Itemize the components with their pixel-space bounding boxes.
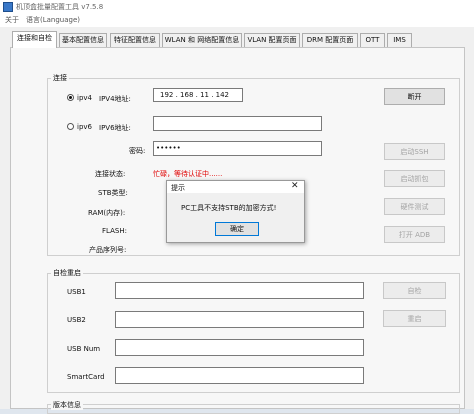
stb-type-label: STB类型: — [98, 189, 128, 197]
usb2-field[interactable] — [115, 311, 364, 328]
usb1-field[interactable] — [115, 282, 364, 299]
selftest-legend: 自检重启 — [51, 268, 83, 278]
menu-language[interactable]: 语言(Language) — [26, 15, 80, 25]
ipv4-radio[interactable] — [67, 94, 74, 101]
ipv6-label: ipv6 — [77, 123, 92, 131]
ipv6-address-input[interactable] — [153, 116, 322, 131]
version-group — [47, 404, 460, 414]
window-title: 机顶盒批量配置工具 v7.5.8 — [16, 3, 104, 11]
connect-legend: 连接 — [51, 73, 69, 83]
tab-vlan[interactable]: VLAN 配置页面 — [244, 33, 300, 47]
ram-label: RAM(内存): — [88, 209, 126, 217]
close-icon[interactable]: ✕ — [291, 181, 299, 191]
alert-dialog: 提示 ✕ PC工具不支持STB的加密方式! 确定 — [166, 180, 305, 243]
tab-connect-selftest[interactable]: 连接和自检 — [12, 31, 57, 48]
smartcard-label: SmartCard — [67, 373, 105, 381]
usb-num-field[interactable] — [115, 339, 364, 356]
smartcard-field[interactable] — [115, 367, 364, 384]
ipv4-label: ipv4 — [77, 94, 92, 102]
tab-wlan-network[interactable]: WLAN 和 网络配置信息 — [162, 33, 242, 47]
password-input[interactable]: •••••• — [153, 141, 322, 156]
menu-about[interactable]: 关于 — [5, 15, 19, 25]
start-capture-button[interactable]: 启动抓包 — [384, 170, 445, 187]
tab-drm[interactable]: DRM 配置页面 — [302, 33, 358, 47]
password-value: •••••• — [156, 144, 181, 152]
usb-num-label: USB Num — [67, 345, 101, 353]
ipv6-radio[interactable] — [67, 123, 74, 130]
disconnect-button[interactable]: 断开 — [384, 88, 445, 105]
usb1-label: USB1 — [67, 288, 86, 296]
status-value: 忙碌，等待认证中...... — [153, 170, 223, 178]
serial-number-label: 产品序列号: — [89, 246, 127, 254]
start-ssh-button[interactable]: 启动SSH — [384, 143, 445, 160]
dialog-title-bar — [167, 181, 304, 193]
flash-label: FLASH: — [102, 227, 127, 235]
ipv4-address-value: 192 . 168 . 11 . 142 — [160, 91, 230, 99]
ipv6-addr-label: IPV6地址: — [99, 124, 131, 132]
dialog-message: PC工具不支持STB的加密方式! — [181, 204, 277, 212]
selfcheck-button[interactable]: 自检 — [383, 282, 446, 299]
usb2-label: USB2 — [67, 316, 86, 324]
ipv4-address-input[interactable]: 192 . 168 . 11 . 142 — [153, 88, 243, 102]
password-label: 密码: — [129, 147, 146, 155]
tab-feature-config[interactable]: 特征配置信息 — [110, 33, 160, 47]
status-label: 连接状态: — [95, 170, 126, 178]
hardware-test-button[interactable]: 硬件测试 — [384, 198, 445, 215]
ok-button[interactable]: 确定 — [215, 222, 259, 236]
dialog-title: 提示 — [171, 184, 185, 192]
reboot-button[interactable]: 重启 — [383, 310, 446, 327]
ipv4-addr-label: IPV4地址: — [99, 95, 131, 103]
app-icon — [3, 2, 13, 12]
tab-ott[interactable]: OTT — [360, 33, 385, 47]
open-adb-button[interactable]: 打开 ADB — [384, 226, 445, 243]
tab-basic-config[interactable]: 基本配置信息 — [59, 33, 107, 47]
tab-ims[interactable]: IMS — [387, 33, 412, 47]
